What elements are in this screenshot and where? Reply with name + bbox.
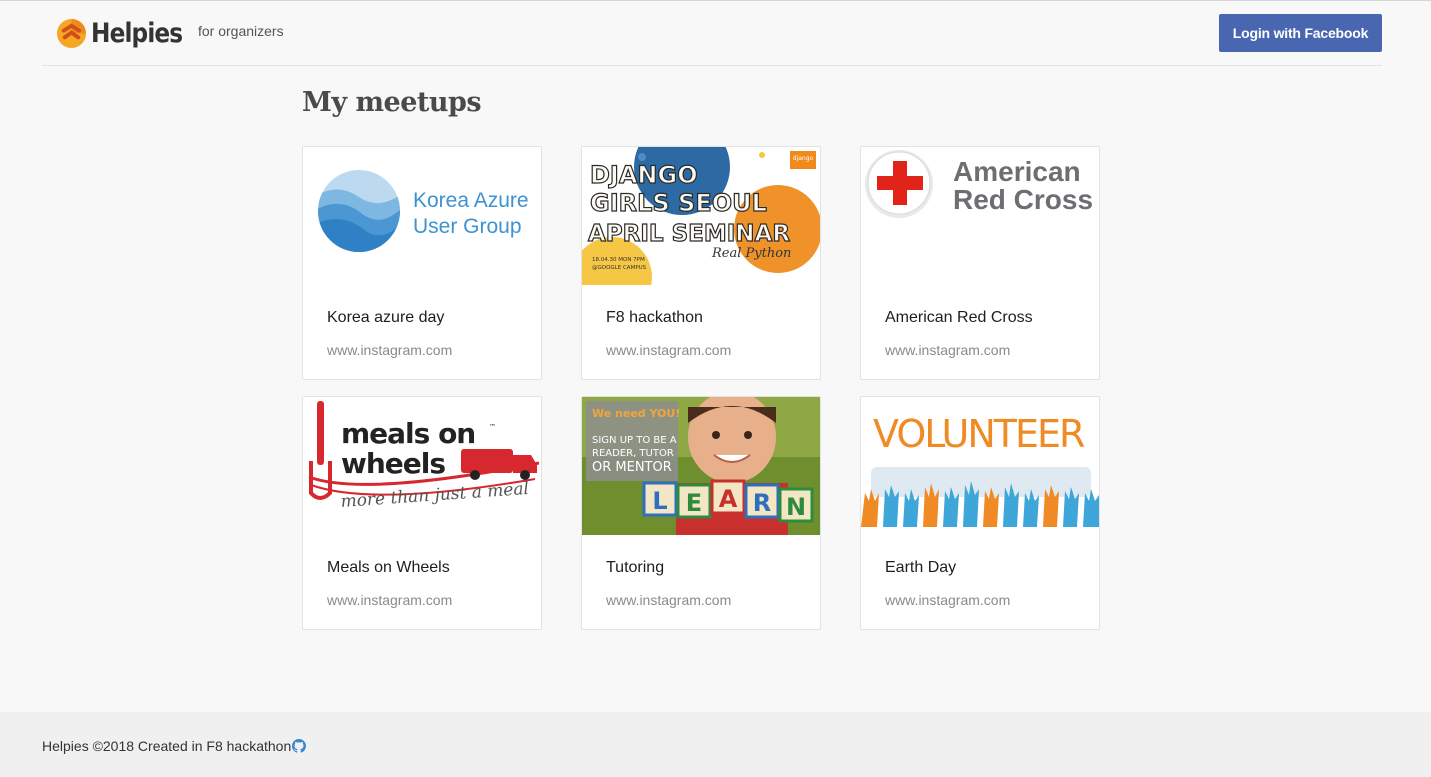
tutoring-learn-photo: We need YOU! SIGN UP TO BE A READER, TUT… <box>582 397 820 535</box>
image-text-korea-azure: Korea Azure <box>413 189 529 212</box>
page-title: My meetups <box>302 87 482 118</box>
meetup-title[interactable]: Meals on Wheels <box>327 559 450 577</box>
meetup-title[interactable]: Tutoring <box>606 559 664 577</box>
meetup-title[interactable]: American Red Cross <box>885 309 1033 327</box>
image-text-volunteer: VOLUNTEER <box>873 412 1085 456</box>
meetup-link[interactable]: www.instagram.com <box>327 342 452 358</box>
image-text-date: 18.04.30 MON 7PM <box>592 257 645 263</box>
image-text-meals-on: meals on <box>341 417 475 450</box>
image-text-user-group: User Group <box>413 215 522 238</box>
login-with-facebook-button[interactable]: Login with Facebook <box>1219 14 1382 52</box>
meetup-link[interactable]: www.instagram.com <box>327 592 452 608</box>
american-red-cross-logo: American Red Cross <box>861 147 1099 285</box>
meetup-title[interactable]: Korea azure day <box>327 309 444 327</box>
page-footer: Helpies ©2018 Created in F8 hackathon <box>0 712 1431 777</box>
meetup-link[interactable]: www.instagram.com <box>606 342 731 358</box>
image-text-reader-tutor: READER, TUTOR <box>592 448 674 459</box>
image-text-girls-seoul: GIRLS SEOUL <box>590 189 767 217</box>
top-header: Helpies for organizers Login with Facebo… <box>42 1 1382 66</box>
image-text-block-l: L <box>652 487 667 515</box>
image-text-block-e: E <box>686 489 702 517</box>
meetup-title[interactable]: F8 hackathon <box>606 309 703 327</box>
meetup-card[interactable]: meals on ™ wheels more than just a meal … <box>302 396 542 630</box>
volunteer-hands-banner: VOLUNTEER <box>861 397 1099 535</box>
image-text-django-badge: django <box>793 155 814 162</box>
meetup-title[interactable]: Earth Day <box>885 559 956 577</box>
footer-text: Helpies ©2018 Created in F8 hackathon <box>42 738 292 754</box>
meetup-card[interactable]: django DJANGO GIRLS SEOUL APRIL SEMINAR … <box>581 146 821 380</box>
image-text-block-n: N <box>786 493 806 521</box>
image-text-sign-up: SIGN UP TO BE A <box>592 435 677 446</box>
brand-name: Helpies <box>91 17 183 49</box>
image-text-block-r: R <box>753 489 771 517</box>
brand-logo[interactable]: Helpies <box>56 15 197 51</box>
github-icon[interactable] <box>292 739 307 753</box>
helpies-logo-icon <box>56 18 87 48</box>
meetup-link[interactable]: www.instagram.com <box>606 592 731 608</box>
meetup-link[interactable]: www.instagram.com <box>885 342 1010 358</box>
image-text-we-need-you: We need YOU! <box>592 407 680 420</box>
image-text-april-seminar: APRIL SEMINAR <box>588 221 790 247</box>
korea-azure-user-group-logo: Korea Azure User Group <box>303 147 541 285</box>
image-text-trademark: ™ <box>489 423 496 431</box>
image-text-block-a: A <box>719 485 738 513</box>
meetup-link[interactable]: www.instagram.com <box>885 592 1010 608</box>
django-girls-seoul-poster: django DJANGO GIRLS SEOUL APRIL SEMINAR … <box>582 147 820 285</box>
brand-subtitle: for organizers <box>198 23 284 39</box>
footer-credit: Helpies ©2018 Created in F8 hackathon <box>42 738 307 754</box>
meetup-card[interactable]: Korea Azure User Group Korea azure day w… <box>302 146 542 380</box>
meetup-card[interactable]: We need YOU! SIGN UP TO BE A READER, TUT… <box>581 396 821 630</box>
image-text-venue: @GOOGLE CAMPUS <box>592 265 647 271</box>
meetup-card[interactable]: American Red Cross American Red Cross ww… <box>860 146 1100 380</box>
meetup-card[interactable]: VOLUNTEER Earth Day www.instagram.com <box>860 396 1100 630</box>
image-text-red-cross: Red Cross <box>953 184 1093 215</box>
image-text-real-python: Real Python <box>711 246 791 261</box>
image-text-or-mentor: OR MENTOR <box>592 460 672 475</box>
image-text-american: American <box>953 156 1081 187</box>
meals-on-wheels-logo: meals on ™ wheels more than just a meal <box>303 397 541 535</box>
image-text-django: DJANGO <box>590 161 698 189</box>
meetup-grid: Korea Azure User Group Korea azure day w… <box>302 146 1100 630</box>
image-text-wheels: wheels <box>341 447 445 480</box>
